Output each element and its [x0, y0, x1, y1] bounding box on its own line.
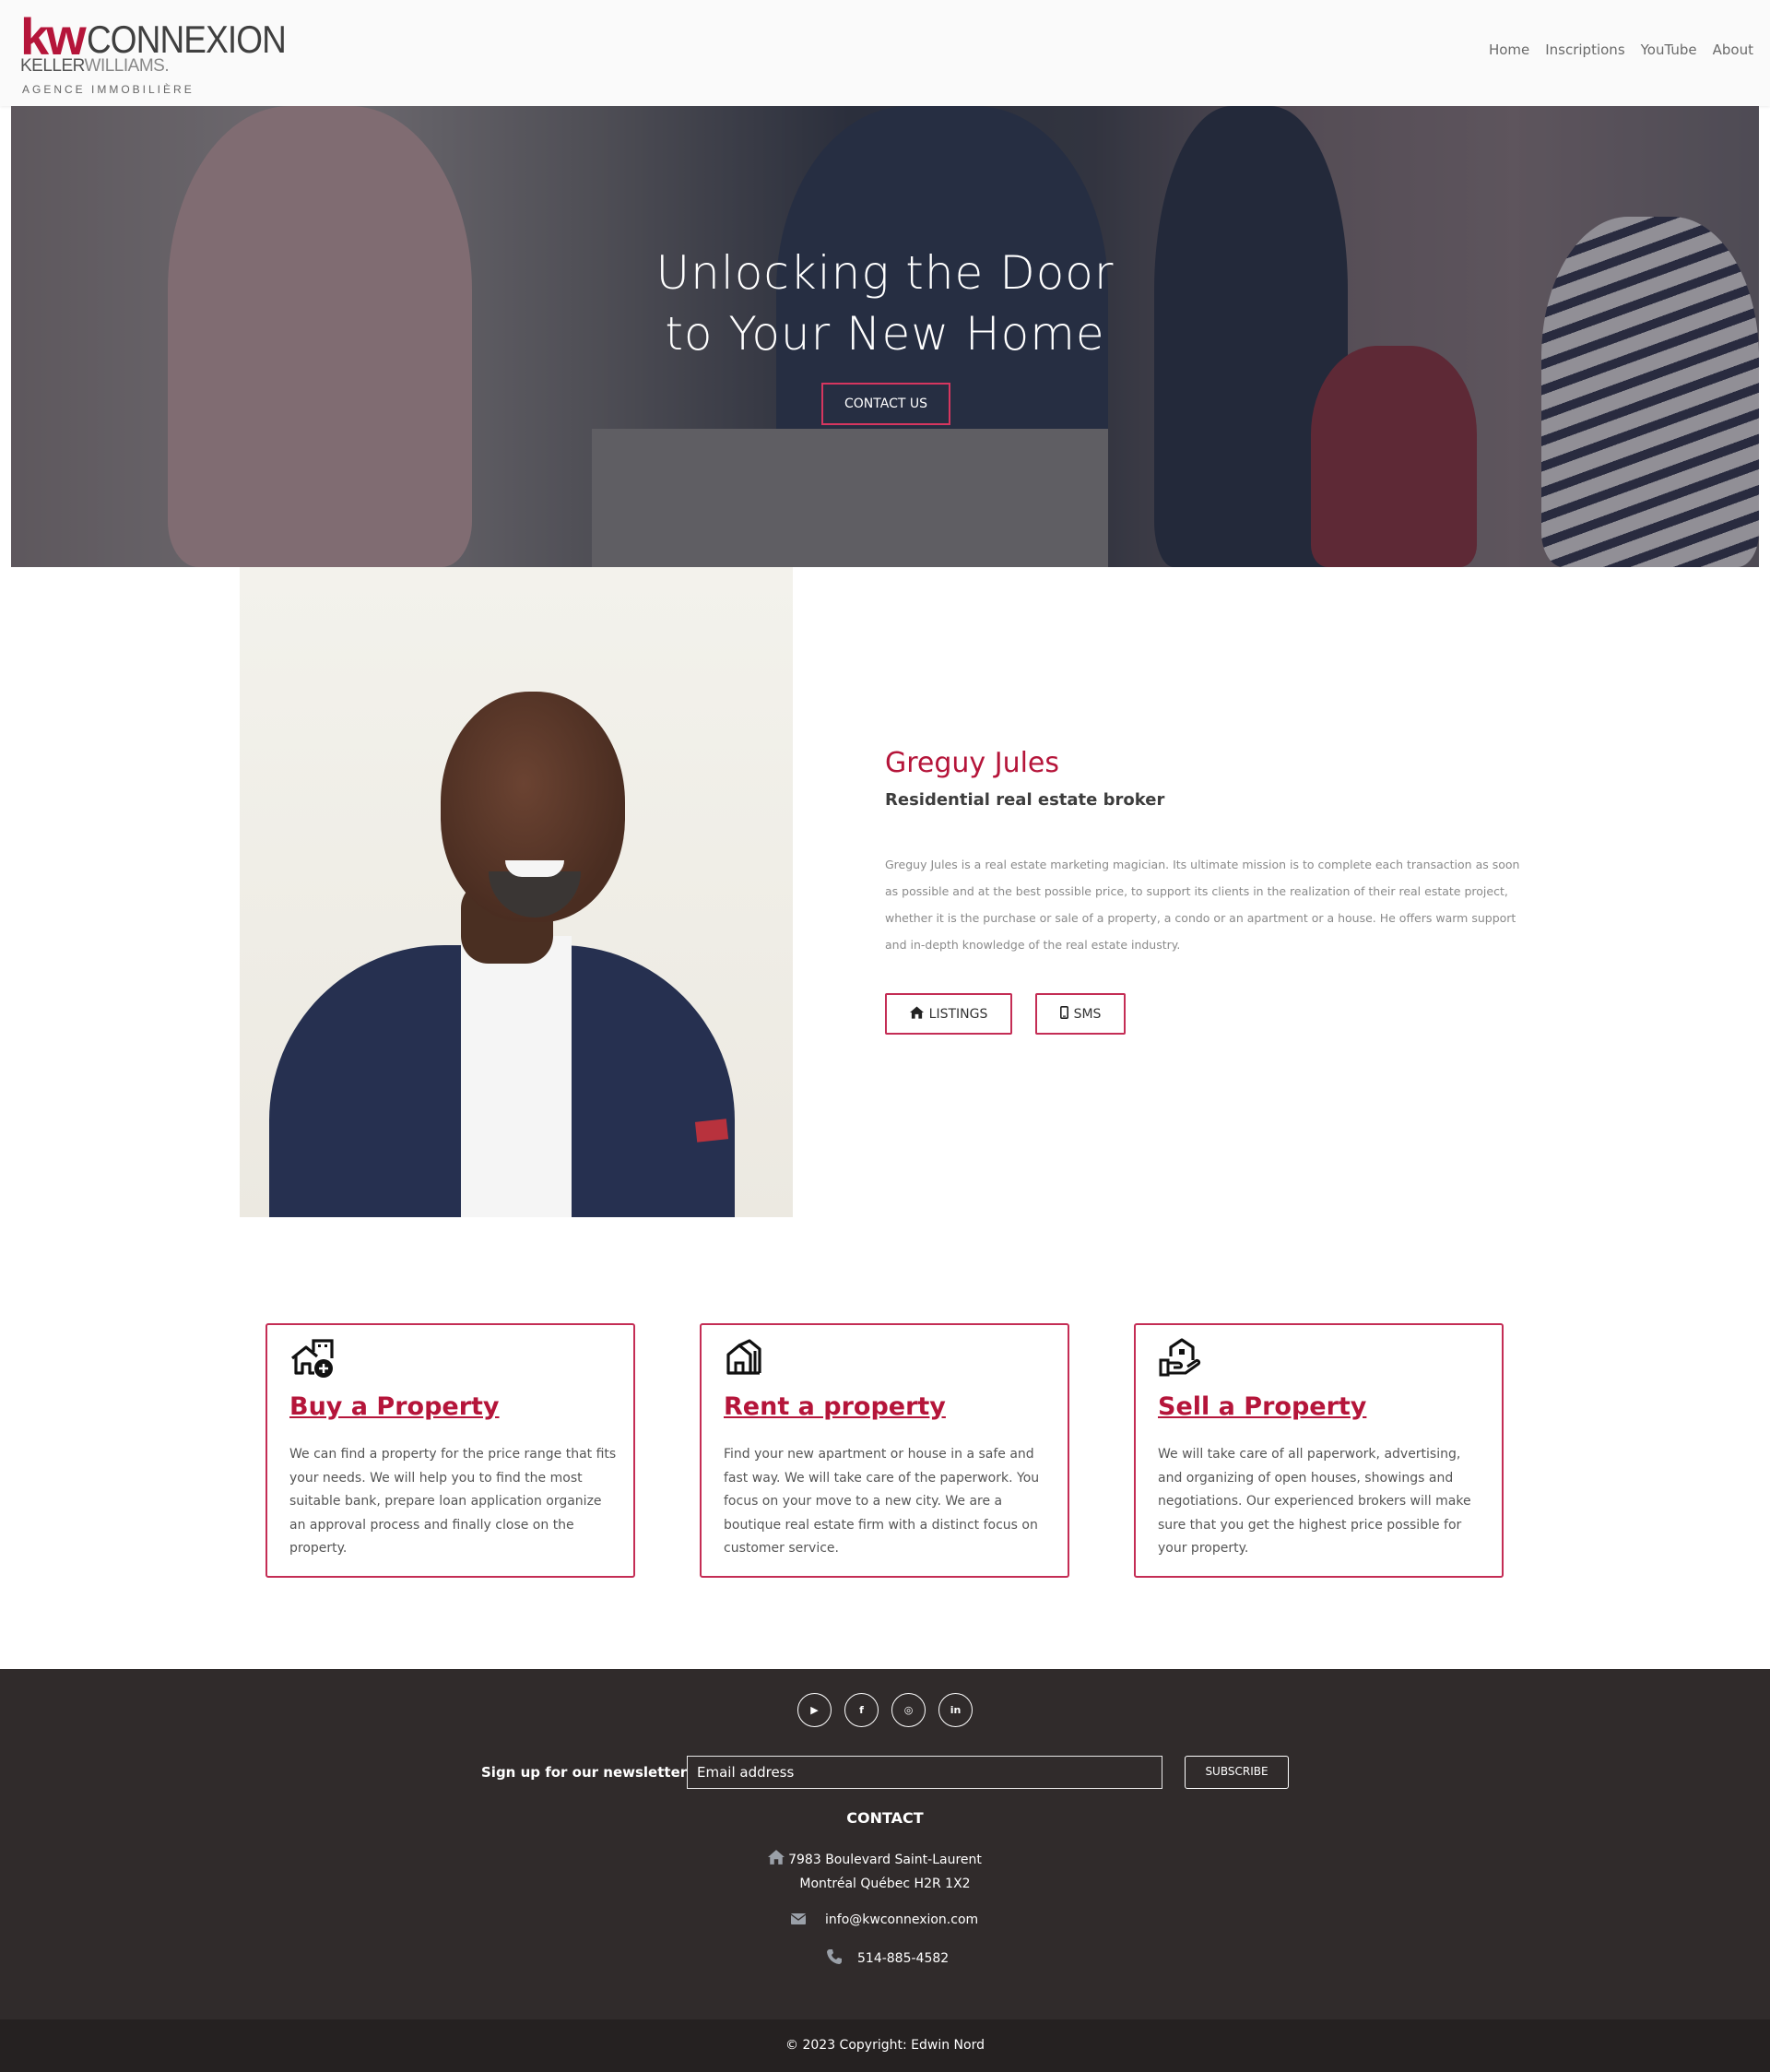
portrait-pocket-square [694, 1119, 729, 1143]
nav-home[interactable]: Home [1489, 41, 1529, 58]
logo-williams: WILLIAMS. [84, 56, 170, 76]
service-text-rent: Find your new apartment or house in a sa… [724, 1447, 1040, 1556]
phone-icon [827, 1949, 842, 1968]
contact-phone[interactable]: 514-885-4582 [857, 1951, 949, 1966]
listings-label: LISTINGS [928, 1006, 988, 1022]
nav-about[interactable]: About [1713, 41, 1753, 58]
hero-title: Unlocking the Door to Your New Home [11, 243, 1759, 364]
kw-connexion-logo[interactable]: kw CONNEXION KELLERWILLIAMS. AGENCE IMMO… [20, 7, 287, 99]
newsletter-email-input[interactable] [687, 1756, 1162, 1789]
address-line2: Montréal Québec H2R 1X2 [799, 1877, 971, 1891]
hero-title-line1: Unlocking the Door [655, 246, 1115, 300]
agent-actions: LISTINGS SMS [885, 993, 1126, 1035]
portrait-smile [505, 860, 564, 877]
contact-heading: CONTACT [846, 1809, 924, 1827]
mobile-phone-icon [1059, 1005, 1068, 1023]
copyright-bar: © 2023 Copyright: Edwin Nord [0, 2019, 1770, 2072]
youtube-icon[interactable]: ▶ [797, 1693, 832, 1727]
site-header: kw CONNEXION KELLERWILLIAMS. AGENCE IMMO… [0, 0, 1770, 106]
service-title-buy[interactable]: Buy a Property [289, 1391, 500, 1423]
contact-us-button[interactable]: CONTACT US [821, 383, 950, 425]
site-footer: ▶ f ◎ in Sign up for our newsletter SUBS… [0, 1669, 1770, 2019]
listings-button[interactable]: LISTINGS [885, 993, 1012, 1035]
agent-name: Greguy Jules [885, 747, 1060, 779]
service-title-sell[interactable]: Sell a Property [1158, 1391, 1366, 1423]
agent-role: Residential real estate broker [885, 790, 1165, 810]
sms-label: SMS [1073, 1006, 1102, 1022]
subscribe-button[interactable]: SUBSCRIBE [1185, 1756, 1289, 1789]
buy-house-icon [289, 1338, 334, 1379]
logo-agence-text: AGENCE IMMOBILIÈRE [22, 83, 195, 96]
service-title-rent[interactable]: Rent a property [724, 1391, 946, 1423]
agent-portrait-photo [240, 567, 793, 1217]
portrait-shirt [461, 936, 572, 1217]
envelope-icon [790, 1911, 807, 1928]
logo-keller: KELLER [20, 56, 85, 76]
service-text-sell: We will take care of all paperwork, adve… [1158, 1447, 1471, 1556]
social-links: ▶ f ◎ in [797, 1693, 973, 1727]
main-nav: Home Inscriptions YouTube About [1489, 41, 1753, 58]
service-card-buy: Buy a Property We can find a property fo… [266, 1323, 635, 1578]
nav-inscriptions[interactable]: Inscriptions [1545, 41, 1624, 58]
service-card-sell: Sell a Property We will take care of all… [1134, 1323, 1504, 1578]
services-section: Buy a Property We can find a property fo… [266, 1323, 1504, 1578]
facebook-icon[interactable]: f [844, 1693, 879, 1727]
home-icon [909, 1005, 924, 1023]
contact-address: 7983 Boulevard Saint-Laurent Montréal Qu… [0, 1848, 1770, 1896]
service-text-buy: We can find a property for the price ran… [289, 1447, 617, 1556]
nav-youtube[interactable]: YouTube [1641, 41, 1697, 58]
service-card-rent: Rent a property Find your new apartment … [700, 1323, 1069, 1578]
hero-banner: Unlocking the Door to Your New Home CONT… [11, 106, 1759, 567]
sell-house-hand-icon [1158, 1338, 1202, 1379]
newsletter-label: Sign up for our newsletter [481, 1764, 688, 1781]
address-line1: 7983 Boulevard Saint-Laurent [788, 1853, 982, 1867]
instagram-icon[interactable]: ◎ [891, 1693, 926, 1727]
logo-kw-mark: kw [20, 7, 87, 65]
logo-keller-williams: KELLERWILLIAMS. [20, 56, 170, 76]
linkedin-icon[interactable]: in [938, 1693, 973, 1727]
sms-button[interactable]: SMS [1035, 993, 1126, 1035]
logo-connexion-text: CONNEXION [87, 18, 287, 61]
contact-email[interactable]: info@kwconnexion.com [825, 1912, 978, 1927]
agent-bio: Greguy Jules is a real estate marketing … [885, 858, 1520, 952]
rent-building-icon [724, 1338, 768, 1379]
hero-title-line2: to Your New Home [665, 307, 1105, 361]
